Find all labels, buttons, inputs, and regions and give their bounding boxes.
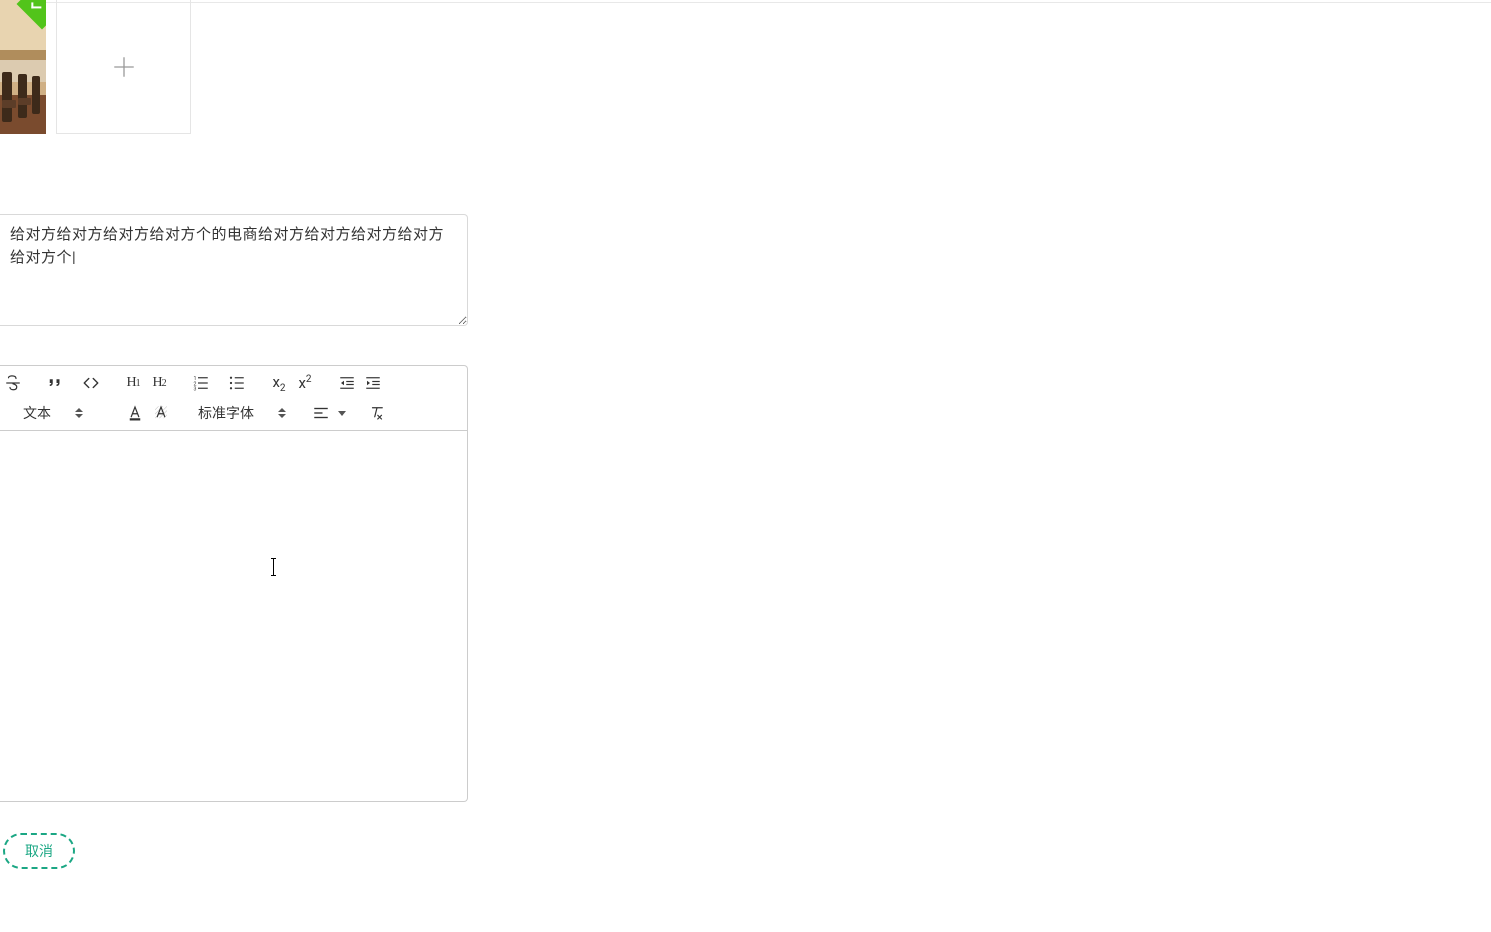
h2-icon: H2 — [152, 375, 165, 391]
code-button[interactable] — [78, 370, 104, 396]
clear-format-button[interactable] — [364, 400, 390, 426]
superscript-button[interactable]: x2 — [292, 370, 318, 396]
divider — [0, 2, 1491, 3]
superscript-icon: x2 — [298, 374, 311, 392]
unordered-list-button[interactable] — [224, 370, 250, 396]
image-thumbnail[interactable] — [0, 0, 46, 134]
strikethrough-button[interactable] — [0, 370, 26, 396]
unordered-list-icon — [228, 374, 246, 392]
description-field-wrap — [0, 214, 468, 326]
cancel-button-label: 取消 — [25, 841, 53, 861]
text-style-select[interactable]: 文本 — [0, 400, 106, 426]
font-color-icon — [126, 404, 144, 422]
indent-increase-icon — [364, 374, 382, 392]
code-icon — [82, 374, 100, 392]
indent-decrease-icon — [338, 374, 356, 392]
plus-icon — [111, 54, 137, 80]
subscript-icon: x2 — [272, 373, 285, 394]
ordered-list-button[interactable]: 123 — [188, 370, 214, 396]
rich-text-editor: H1 H2 123 x2 x2 — [0, 365, 468, 802]
chevron-down-icon — [338, 411, 346, 416]
clear-format-icon — [368, 404, 386, 422]
indent-increase-button[interactable] — [360, 370, 386, 396]
quote-icon — [46, 374, 64, 392]
editor-toolbar: H1 H2 123 x2 x2 — [0, 366, 467, 431]
description-textarea[interactable] — [0, 214, 468, 326]
quote-button[interactable] — [42, 370, 68, 396]
subscript-button[interactable]: x2 — [266, 370, 292, 396]
align-select[interactable] — [310, 400, 348, 426]
editor-content-area[interactable] — [0, 431, 467, 801]
h2-button[interactable]: H2 — [146, 370, 172, 396]
select-caret-icon — [278, 408, 286, 418]
align-left-icon — [312, 404, 330, 422]
svg-text:3: 3 — [194, 387, 197, 393]
strikethrough-icon — [4, 374, 22, 392]
image-thumbnail-list — [0, 0, 191, 134]
add-image-button[interactable] — [56, 0, 191, 134]
background-color-button[interactable] — [148, 400, 174, 426]
background-color-icon — [152, 404, 170, 422]
h1-button[interactable]: H1 — [120, 370, 146, 396]
font-color-button[interactable] — [122, 400, 148, 426]
text-style-label: 文本 — [23, 403, 51, 423]
toolbar-row-2: 文本 标准字体 — [0, 400, 467, 430]
cancel-button[interactable]: 取消 — [3, 833, 75, 869]
h1-icon: H1 — [126, 375, 139, 391]
toolbar-row-1: H1 H2 123 x2 x2 — [0, 370, 467, 400]
select-caret-icon — [75, 408, 83, 418]
indent-decrease-button[interactable] — [334, 370, 360, 396]
ordered-list-icon: 123 — [192, 374, 210, 392]
font-family-label: 标准字体 — [198, 403, 254, 423]
font-family-select[interactable]: 标准字体 — [190, 400, 294, 426]
